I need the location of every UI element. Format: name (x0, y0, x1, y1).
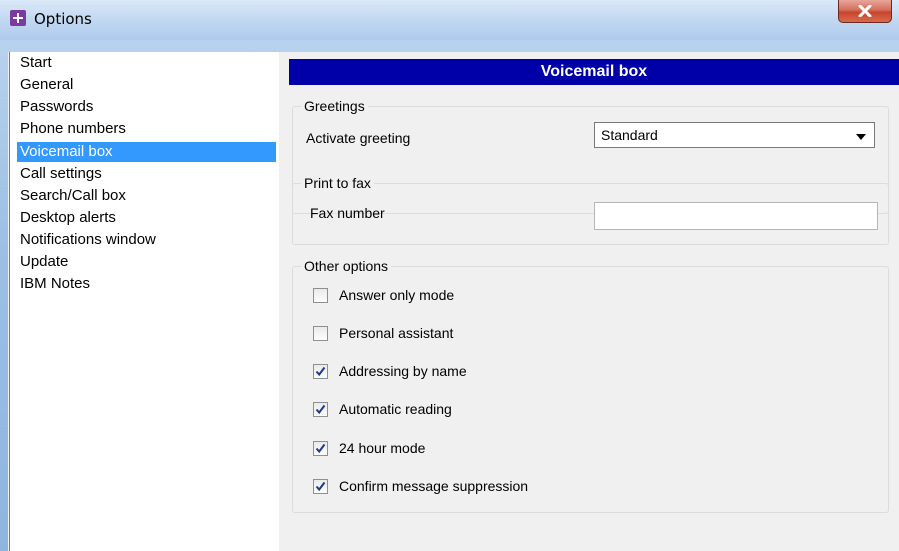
options-category-list[interactable]: Start General Passwords Phone numbers Vo… (9, 52, 280, 551)
activate-greeting-select[interactable]: Standard (594, 122, 875, 148)
nav-item-ibm-notes[interactable]: IBM Notes (17, 274, 90, 294)
nav-item-notifications-window[interactable]: Notifications window (17, 230, 156, 250)
print-to-fax-group-title: Print to fax (301, 175, 374, 191)
nav-item-update[interactable]: Update (17, 252, 68, 272)
nav-item-voicemail-box[interactable]: Voicemail box (17, 142, 276, 162)
addressing-by-name-checkbox[interactable] (313, 364, 328, 379)
24-hour-mode-checkbox[interactable] (313, 441, 328, 456)
nav-item-passwords[interactable]: Passwords (17, 97, 93, 117)
fax-number-label: Fax number (310, 205, 385, 221)
fax-number-input[interactable] (594, 202, 878, 230)
answer-only-mode-label[interactable]: Answer only mode (339, 287, 454, 303)
answer-only-mode-checkbox[interactable] (313, 288, 328, 303)
activate-greeting-value: Standard (601, 127, 658, 143)
nav-item-call-settings[interactable]: Call settings (17, 164, 102, 184)
check-icon (315, 443, 326, 454)
title-bar[interactable]: Options (0, 0, 899, 40)
close-icon (858, 5, 872, 17)
greetings-group-title: Greetings (301, 98, 368, 114)
nav-item-search-call-box[interactable]: Search/Call box (17, 186, 126, 206)
check-icon (315, 481, 326, 492)
automatic-reading-checkbox[interactable] (313, 402, 328, 417)
nav-item-phone-numbers[interactable]: Phone numbers (17, 119, 126, 139)
nav-item-desktop-alerts[interactable]: Desktop alerts (17, 208, 116, 228)
24-hour-mode-label[interactable]: 24 hour mode (339, 440, 425, 456)
settings-panel: Voicemail box Greetings Activate greetin… (279, 52, 899, 551)
personal-assistant-label[interactable]: Personal assistant (339, 325, 453, 341)
close-button[interactable] (838, 0, 892, 23)
addressing-by-name-label[interactable]: Addressing by name (339, 363, 467, 379)
check-icon (315, 404, 326, 415)
chevron-down-icon[interactable] (856, 134, 866, 140)
nav-item-start[interactable]: Start (17, 53, 52, 73)
other-options-group-title: Other options (301, 258, 392, 274)
nav-item-general[interactable]: General (17, 75, 73, 95)
confirm-message-suppression-checkbox[interactable] (313, 479, 328, 494)
activate-greeting-label: Activate greeting (306, 130, 411, 146)
options-window: Options Start General Passwords Phone nu… (0, 0, 899, 551)
automatic-reading-label[interactable]: Automatic reading (339, 401, 452, 417)
other-options-group (292, 266, 889, 513)
app-icon (10, 10, 26, 26)
check-icon (315, 366, 326, 377)
confirm-message-suppression-label[interactable]: Confirm message suppression (339, 478, 528, 494)
window-title: Options (34, 10, 92, 28)
personal-assistant-checkbox[interactable] (313, 326, 328, 341)
panel-title: Voicemail box (289, 59, 899, 85)
